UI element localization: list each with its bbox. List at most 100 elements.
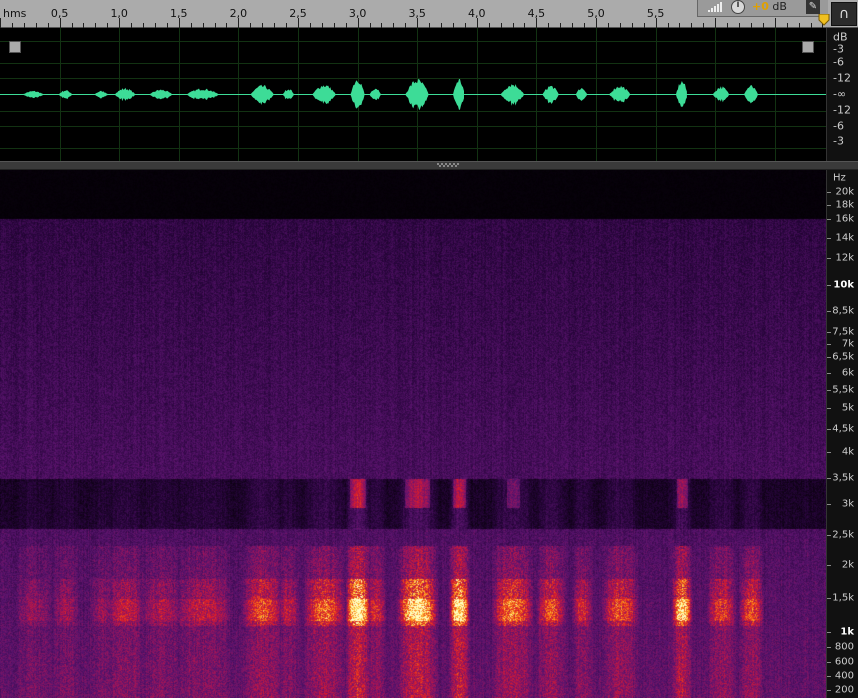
frequency-label: 4k bbox=[841, 446, 854, 458]
playback-controls: +0 dB ✎ bbox=[697, 0, 828, 17]
waveform-burst bbox=[22, 90, 44, 99]
frequency-tick bbox=[827, 344, 831, 345]
frequency-label: 3k bbox=[841, 498, 854, 510]
ruler-tick-label: 3,5 bbox=[408, 7, 426, 20]
amplitude-center-label: -∞ bbox=[833, 87, 847, 101]
playhead-marker-icon[interactable] bbox=[818, 14, 830, 26]
frequency-tick bbox=[827, 219, 831, 220]
zoom-out-icon[interactable] bbox=[802, 41, 814, 53]
waveform-view[interactable] bbox=[0, 28, 826, 161]
frequency-tick bbox=[827, 676, 831, 677]
waveform-burst bbox=[405, 78, 429, 111]
amplitude-label: -6 bbox=[833, 119, 844, 133]
amplitude-label: -12 bbox=[833, 71, 851, 85]
ruler-tick-label: 1,5 bbox=[170, 7, 188, 20]
frequency-label: 12k bbox=[835, 252, 854, 264]
signal-bars-icon bbox=[708, 2, 722, 12]
waveform-burst bbox=[452, 79, 464, 110]
frequency-label: 5k bbox=[841, 402, 854, 414]
frequency-label: 20k bbox=[835, 186, 854, 198]
waveform-burst bbox=[609, 85, 631, 103]
frequency-tick bbox=[827, 311, 831, 312]
frequency-label: 6k bbox=[841, 367, 854, 379]
ruler-tick-label: 0,5 bbox=[50, 7, 69, 20]
frequency-label: 3,5k bbox=[832, 472, 854, 484]
waveform-burst bbox=[114, 87, 136, 102]
waveform-burst bbox=[575, 88, 587, 101]
frequency-tick bbox=[827, 258, 831, 259]
frequency-label: 400 bbox=[834, 670, 854, 682]
frequency-tick bbox=[827, 408, 831, 409]
frequency-tick bbox=[827, 452, 831, 453]
amplitude-label: -12 bbox=[833, 103, 851, 117]
volume-knob-icon[interactable] bbox=[730, 0, 746, 14]
frequency-tick bbox=[827, 205, 831, 206]
waveform-burst bbox=[250, 84, 274, 105]
frequency-tick bbox=[827, 662, 831, 663]
waveform-canvas bbox=[0, 28, 826, 161]
frequency-tick bbox=[827, 192, 831, 193]
frequency-label: 5,5k bbox=[832, 384, 854, 396]
frequency-tick bbox=[827, 632, 831, 633]
ruler-tick-label: 4,0 bbox=[468, 7, 486, 20]
waveform-burst bbox=[149, 89, 172, 100]
frequency-label: 1,5k bbox=[832, 592, 854, 604]
waveform-burst bbox=[369, 88, 381, 101]
frequency-label: 600 bbox=[834, 656, 854, 668]
frequency-label: 16k bbox=[835, 213, 854, 225]
frequency-tick bbox=[827, 565, 831, 566]
frequency-label: 7k bbox=[841, 338, 854, 350]
waveform-burst bbox=[743, 85, 758, 104]
frequency-label: 7,5k bbox=[832, 326, 854, 338]
frequency-tick bbox=[827, 504, 831, 505]
amplitude-label: -3 bbox=[833, 42, 844, 56]
waveform-burst bbox=[350, 80, 365, 109]
audio-editor: hms 0,5 1,0 1,5 2,0 2,5 3,0 3,5 4,0 4,5 5,0 5,5 +0… bbox=[0, 0, 858, 698]
frequency-tick bbox=[827, 285, 831, 286]
amplitude-scale: dB -3 -6 -12 -∞ -12 -6 -3 bbox=[826, 28, 858, 161]
ruler-tick-label: 2,5 bbox=[289, 7, 307, 20]
frequency-label: 10k bbox=[833, 279, 854, 291]
waveform-burst bbox=[500, 84, 524, 106]
frequency-label: 2k bbox=[841, 559, 854, 571]
ruler-tick-label: 3,0 bbox=[348, 7, 367, 20]
ruler-tick-label: 5,5 bbox=[646, 7, 665, 20]
splitter-grip-icon[interactable] bbox=[437, 163, 461, 167]
ruler-tick-label: 4,5 bbox=[527, 7, 546, 20]
spectrogram-view[interactable] bbox=[0, 170, 826, 698]
waveform-burst bbox=[185, 88, 219, 100]
ruler-tick-label: 5,0 bbox=[587, 7, 605, 20]
frequency-label: 6,5k bbox=[832, 351, 854, 363]
frequency-tick bbox=[827, 478, 831, 479]
frequency-label: 2,5k bbox=[832, 529, 854, 541]
panel-splitter[interactable] bbox=[0, 161, 858, 170]
frequency-label: 14k bbox=[835, 232, 854, 244]
amplitude-label: -6 bbox=[833, 55, 844, 69]
ruler-tick-label: 2,0 bbox=[229, 7, 248, 20]
zoom-in-icon[interactable] bbox=[9, 41, 21, 53]
pin-icon[interactable]: ✎ bbox=[806, 0, 820, 14]
amplitude-label: -3 bbox=[833, 134, 844, 148]
frequency-tick bbox=[827, 690, 831, 691]
waveform-burst bbox=[675, 81, 687, 107]
frequency-label: 1k bbox=[840, 626, 854, 638]
frequency-scale-title: Hz bbox=[833, 172, 846, 184]
waveform-burst bbox=[94, 90, 109, 99]
frequency-label: 800 bbox=[834, 641, 854, 653]
waveform-burst bbox=[542, 85, 559, 104]
frequency-label: 8,5k bbox=[832, 305, 854, 317]
frequency-tick bbox=[827, 535, 831, 536]
frequency-tick bbox=[827, 598, 831, 599]
frequency-tick bbox=[827, 647, 831, 648]
headphones-icon[interactable]: ∩ bbox=[831, 2, 857, 26]
frequency-tick bbox=[827, 357, 831, 358]
frequency-label: 4,5k bbox=[832, 423, 854, 435]
frequency-tick bbox=[827, 373, 831, 374]
frequency-label: 18k bbox=[835, 199, 854, 211]
frequency-tick bbox=[827, 332, 831, 333]
ruler-unit-label: hms bbox=[3, 7, 27, 20]
frequency-tick bbox=[827, 429, 831, 430]
frequency-tick bbox=[827, 390, 831, 391]
waveform-burst bbox=[312, 85, 336, 105]
ruler-tick-label: 1,0 bbox=[110, 7, 128, 20]
